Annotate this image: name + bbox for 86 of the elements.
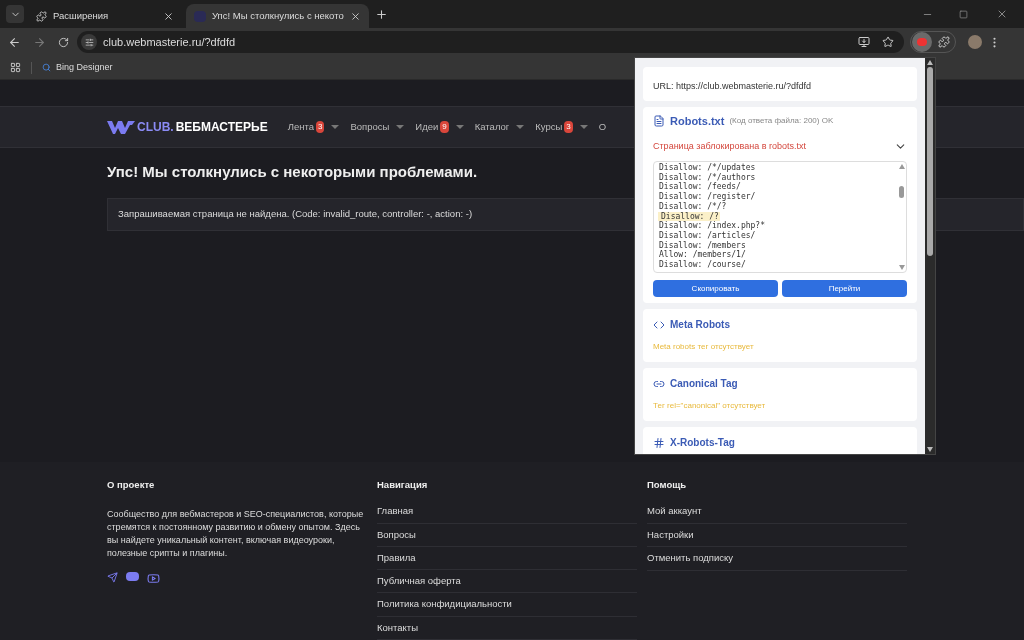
footer-about-text: Сообщество для вебмастеров и SEO-специалистов, которые стремятся к постоянному развитию и обмену опытом. Здесь вы найдете уникальный контент, включая видеоуроки, полезные срипты и плагины. [107,508,365,561]
nav-item[interactable]: Лента 3 [287,119,340,135]
document-icon [653,115,665,128]
robots-line: Disallow: /feeds/ [658,182,742,192]
caret-icon [579,125,588,129]
robots-line: Allow: /members/1/ [658,250,747,260]
browser-tab[interactable]: Расширения [28,4,182,28]
close-icon[interactable] [349,10,361,22]
logo-icon [107,120,135,134]
address-bar[interactable]: club.webmasterie.ru/?dfdfd [77,31,904,53]
robots-line: Disallow: /*/? [658,201,728,212]
site-favicon [194,10,206,22]
nav-item[interactable]: Идеи 9 [415,119,464,135]
footer-link[interactable]: Политика конфидициальности [377,593,637,617]
action-button[interactable]: Скопировать [653,280,778,297]
scrollbar[interactable] [897,162,906,272]
footer-link[interactable]: Контакты [377,616,637,640]
count-badge: 3 [564,121,573,133]
footer-heading: Помощь [647,478,688,492]
url-text: club.webmasterie.ru/?dfdfd [103,34,237,50]
site-logo[interactable]: CLUB. ВЕБМАСТЕРЬЕ [107,118,268,136]
caret-icon [455,125,464,129]
tab-search-button[interactable] [6,5,24,23]
hash-icon [653,436,665,449]
popup-scrollbar[interactable] [925,58,935,454]
error-title: Упс! Мы столкнулись с некоторыми проблемами. [107,162,478,182]
site-settings-icon[interactable] [84,37,94,47]
nav-item[interactable]: Вопросы [350,119,405,135]
count-badge: 9 [440,121,449,133]
section-title: Meta Robots [670,318,730,332]
footer-heading: Навигация [377,478,429,492]
forward-icon[interactable] [33,35,46,49]
close-window-icon[interactable] [996,8,1008,20]
robots-status: (Код ответа файла: 200) OK [729,115,834,128]
caret-icon [516,125,525,129]
caret-icon [331,125,340,129]
scrollbar-thumb[interactable] [899,186,904,198]
robots-line: Disallow: /register/ [658,192,757,202]
footer-link[interactable]: Главная [377,500,637,524]
footer-link[interactable]: Правила [377,546,637,571]
section-note: Тег rel="canonical" отсутствует [653,400,767,412]
robots-line: Disallow: /course/ [658,260,747,270]
robots-title: Robots.txt [670,114,725,129]
puzzle-icon [36,10,47,22]
section-title: X-Robots-Tag [670,436,735,450]
robots-line: Disallow: /articles/ [658,230,757,241]
back-icon[interactable] [8,35,21,49]
robots-line: Disallow: /index.php?* [658,221,766,231]
nav-item[interactable]: Курсы 3 [535,119,588,135]
action-button[interactable]: Перейти [782,280,907,297]
nav-item[interactable]: Каталог [474,119,525,135]
telegram-icon[interactable] [107,572,118,584]
footer-link[interactable]: Публичная оферта [377,570,637,594]
caret-icon [396,125,405,129]
section-note: Meta robots тег отсутствует [653,341,755,353]
scrollbar-thumb[interactable] [927,67,933,256]
search-icon [42,63,51,72]
robots-line: Disallow: /members [658,240,747,250]
youtube-icon[interactable] [147,572,160,586]
section-title: Canonical Tag [670,377,738,391]
robots-textarea[interactable] [653,161,907,273]
footer-link[interactable]: Отменить подписку [647,547,907,571]
new-tab-icon[interactable] [374,7,388,21]
browser-tab[interactable]: Упс! Мы столкнулись с некото [186,4,369,28]
footer-link[interactable]: Вопросы [377,523,637,547]
bookmark[interactable]: Bing Designer [56,60,113,75]
nav-item[interactable]: О [598,119,607,135]
reload-icon[interactable] [58,36,69,48]
footer-link[interactable]: Настройки [647,523,907,548]
footer-link[interactable]: Мой аккаунт [647,500,907,524]
install-icon[interactable] [858,36,870,48]
close-icon[interactable] [163,10,174,22]
url-text: URL: https://club.webmasterie.ru/?dfdfd [653,81,812,91]
scroll-down-icon[interactable] [927,447,933,452]
error-message: Запрашиваемая страница не найдена. (Code: invalid_route, controller: -, action: -) [118,206,473,221]
apps-icon[interactable] [10,62,21,73]
maximize-icon[interactable] [959,9,968,19]
count-badge: 3 [315,121,325,133]
scroll-up-icon[interactable] [927,60,933,65]
bookmark-star-icon[interactable] [882,36,894,48]
avatar[interactable] [968,35,982,49]
footer-heading: О проекте [107,478,156,492]
robots-alert[interactable]: Страница заблокирована в robots.txt [653,139,907,153]
robots-line: Disallow: /*/authors [658,172,757,182]
robots-line: Disallow: /*/updates [658,163,757,173]
extensions-icon[interactable] [938,36,950,48]
